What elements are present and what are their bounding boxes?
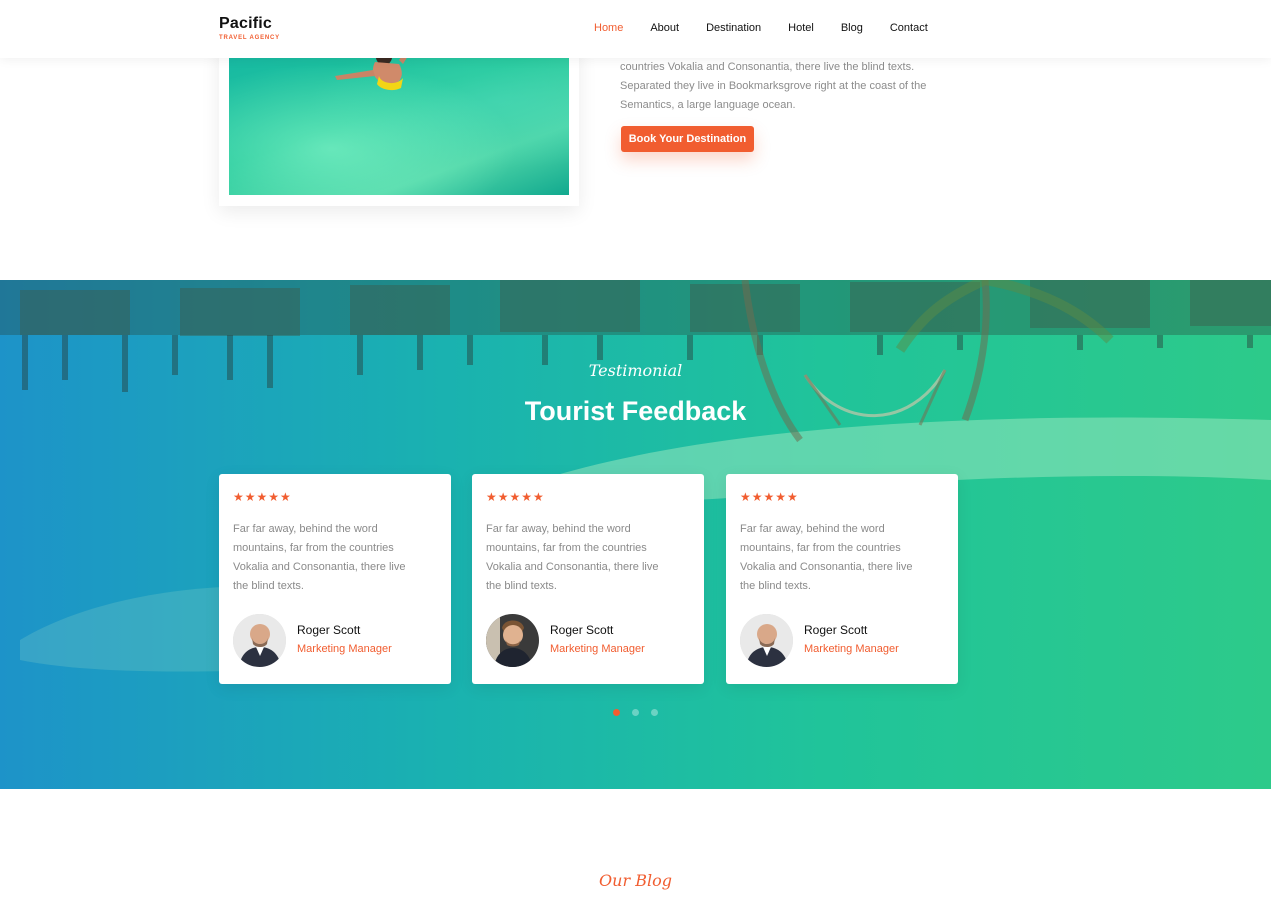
testimonial-quote: Far far away, behind the word mountains,… bbox=[233, 520, 438, 596]
star-rating: ★★★★★ bbox=[740, 490, 799, 504]
testimonial-subtitle: Testimonial bbox=[588, 361, 683, 380]
about-line: Semantics, a large language ocean. bbox=[620, 99, 796, 111]
quote-line: Far far away, behind the word bbox=[740, 523, 885, 535]
avatar bbox=[740, 614, 793, 667]
carousel-dot-1[interactable] bbox=[612, 709, 620, 716]
smiling-man-avatar-icon bbox=[486, 614, 539, 667]
bald-man-avatar-icon bbox=[233, 614, 286, 667]
person-role: Marketing Manager bbox=[297, 643, 392, 655]
avatar bbox=[486, 614, 539, 667]
book-destination-button[interactable]: Book Your Destination bbox=[621, 126, 754, 152]
brand-name: Pacific bbox=[219, 15, 272, 32]
about-line: countries Vokalia and Consonantia, there… bbox=[620, 61, 915, 73]
brand-logo[interactable]: Pacific TRAVEL AGENCY bbox=[219, 15, 280, 41]
testimonial-quote: Far far away, behind the word mountains,… bbox=[486, 520, 691, 596]
main-nav: Home About Destination Hotel Blog Contac… bbox=[594, 21, 928, 35]
about-description: countries Vokalia and Consonantia, there… bbox=[620, 58, 970, 115]
blog-subtitle: Our Blog bbox=[599, 871, 672, 890]
carousel-dots bbox=[0, 703, 1271, 721]
quote-line: Vokalia and Consonantia, there live bbox=[486, 561, 659, 573]
quote-line: Vokalia and Consonantia, there live bbox=[233, 561, 406, 573]
carousel-dot-2[interactable] bbox=[632, 709, 639, 716]
nav-item-home[interactable]: Home bbox=[594, 21, 623, 35]
quote-line: the blind texts. bbox=[740, 580, 811, 592]
quote-line: mountains, far from the countries bbox=[740, 542, 901, 554]
brand-tagline: TRAVEL AGENCY bbox=[219, 35, 280, 41]
star-rating: ★★★★★ bbox=[233, 490, 292, 504]
nav-item-hotel[interactable]: Hotel bbox=[788, 21, 814, 35]
nav-item-blog[interactable]: Blog bbox=[841, 21, 863, 35]
quote-line: Far far away, behind the word bbox=[486, 523, 631, 535]
quote-line: Far far away, behind the word bbox=[233, 523, 378, 535]
testimonial-quote: Far far away, behind the word mountains,… bbox=[740, 520, 945, 596]
person-role: Marketing Manager bbox=[550, 643, 645, 655]
testimonial-section: Testimonial Tourist Feedback ★★★★★ Far f… bbox=[0, 280, 1271, 789]
quote-line: the blind texts. bbox=[233, 580, 304, 592]
testimonial-title: Tourist Feedback bbox=[524, 396, 747, 426]
quote-line: mountains, far from the countries bbox=[486, 542, 647, 554]
person-name: Roger Scott bbox=[804, 623, 868, 637]
nav-item-destination[interactable]: Destination bbox=[706, 21, 761, 35]
avatar bbox=[233, 614, 286, 667]
carousel-dot-3[interactable] bbox=[651, 709, 659, 716]
person-name: Roger Scott bbox=[550, 623, 614, 637]
nav-item-about[interactable]: About bbox=[650, 21, 679, 35]
testimonial-card: ★★★★★ Far far away, behind the word moun… bbox=[726, 474, 958, 684]
swimmer-photo bbox=[229, 40, 569, 195]
navbar: Pacific TRAVEL AGENCY Home About Destina… bbox=[0, 0, 1271, 58]
testimonial-card: ★★★★★ Far far away, behind the word moun… bbox=[219, 474, 451, 684]
person-name: Roger Scott bbox=[297, 623, 361, 637]
quote-line: Vokalia and Consonantia, there live bbox=[740, 561, 913, 573]
bald-man-avatar-icon bbox=[740, 614, 793, 667]
quote-line: mountains, far from the countries bbox=[233, 542, 394, 554]
about-line: Separated they live in Bookmarksgrove ri… bbox=[620, 80, 927, 92]
person-role: Marketing Manager bbox=[804, 643, 899, 655]
testimonial-card: ★★★★★ Far far away, behind the word moun… bbox=[472, 474, 704, 684]
nav-item-contact[interactable]: Contact bbox=[890, 21, 928, 35]
star-rating: ★★★★★ bbox=[486, 490, 545, 504]
quote-line: the blind texts. bbox=[486, 580, 557, 592]
